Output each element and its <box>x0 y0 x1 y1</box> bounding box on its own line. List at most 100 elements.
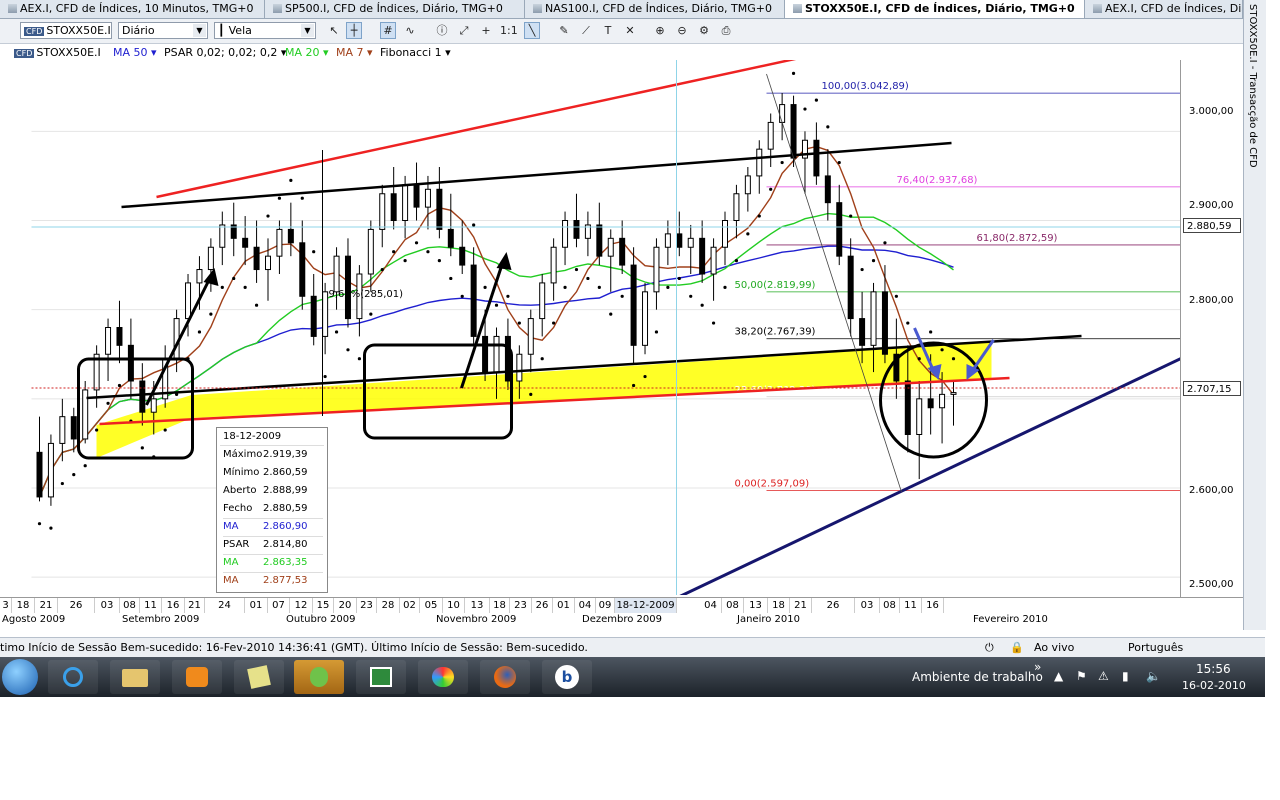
ratio-icon[interactable]: 1:1 <box>500 22 518 39</box>
legend-ma50[interactable]: MA 50 ▾ <box>113 46 157 59</box>
legend-psar[interactable]: PSAR 0,02; 0,02; 0,2 ▾ <box>164 46 286 59</box>
notes-icon[interactable] <box>234 660 284 694</box>
tab-stoxx50e-daily[interactable]: STOXX50E.I, CFD de Índices, Diário, TMG+… <box>785 0 1085 18</box>
candle-body <box>642 291 649 346</box>
delete-icon[interactable]: ✕ <box>622 22 638 39</box>
psar-dot <box>163 428 167 432</box>
tab-aex-10min[interactable]: AEX.I, CFD de Índices, 10 Minutos, TMG+0 <box>0 0 265 18</box>
crosshair-icon[interactable]: ┼ <box>346 22 362 39</box>
x-tick-label: 08 <box>120 598 140 614</box>
indicator-icon[interactable]: ∿ <box>402 22 418 39</box>
print-icon[interactable]: ⎙ <box>718 22 734 39</box>
psar-dot <box>529 392 533 396</box>
psar-dot <box>849 214 853 218</box>
scale-icon[interactable]: ⤢ <box>456 22 472 39</box>
system-tray: Ambiente de trabalho » ▲ ⚑ ⚠ ▮ 🔈 15:56 1… <box>900 657 1265 697</box>
timeframe-select[interactable]: Diário ▼ <box>118 22 208 39</box>
psar-dot <box>517 321 521 325</box>
messenger-icon[interactable] <box>294 660 344 694</box>
month-label: Setembro 2009 <box>122 614 200 625</box>
candle-body <box>699 237 706 275</box>
network-icon[interactable]: ▮ <box>1122 669 1129 683</box>
trading-platform-icon[interactable]: b <box>542 660 592 694</box>
psar-dot <box>460 294 464 298</box>
security-icon[interactable]: ⚠ <box>1098 669 1109 683</box>
month-label: Fevereiro 2010 <box>973 614 1048 625</box>
info-icon[interactable]: ⓘ <box>434 22 450 39</box>
price-chart[interactable]: 100,00(3.042,89) 76,40(2.937,68) 61,80(2.8… <box>0 60 1243 595</box>
candle-body <box>242 237 249 248</box>
excel-icon[interactable] <box>356 660 406 694</box>
internet-explorer-icon[interactable] <box>48 660 98 694</box>
red-resistance-trendline[interactable] <box>156 60 837 199</box>
candle-body <box>950 392 957 395</box>
volume-icon[interactable]: 🔈 <box>1146 669 1161 683</box>
arrow-up-1[interactable] <box>145 274 213 406</box>
candle-body <box>276 228 283 257</box>
clock-time[interactable]: 15:56 <box>1196 662 1231 676</box>
settings-icon[interactable]: ⚙ <box>696 22 712 39</box>
month-label: Dezembro 2009 <box>582 614 662 625</box>
text-icon[interactable]: T <box>600 22 616 39</box>
start-orb-icon[interactable] <box>2 659 38 695</box>
paint-icon[interactable] <box>418 660 468 694</box>
file-explorer-icon[interactable] <box>110 660 160 694</box>
price-label-2900: 2.900,00 <box>1189 200 1234 211</box>
grid-icon[interactable]: # <box>380 22 396 39</box>
psar-dot <box>723 285 727 289</box>
line-icon[interactable]: ╲ <box>524 22 540 39</box>
candle-body <box>105 327 112 355</box>
power-icon[interactable]: ⏻ <box>985 641 994 655</box>
zoom-in-icon[interactable]: + <box>478 22 494 39</box>
info-row-ma20: MA 2.863,35 <box>223 554 323 573</box>
candle-body <box>744 175 751 195</box>
psar-dot <box>72 473 76 477</box>
psar-dot <box>917 357 921 361</box>
psar-dot <box>506 294 510 298</box>
psar-dot <box>860 267 864 272</box>
side-panel[interactable]: STOXX50E.I - Transacção de CFD <box>1243 0 1266 630</box>
psar-dot <box>494 303 499 307</box>
firefox-icon[interactable] <box>480 660 530 694</box>
psar-dot <box>769 187 773 191</box>
legend-ma20[interactable]: MA 20 ▾ <box>285 46 329 59</box>
tab-aex-daily[interactable]: AEX.I, CFD de Índices, Diário, TMG+0 <box>1085 0 1243 18</box>
psar-dot <box>563 285 567 289</box>
candle-body <box>790 104 797 159</box>
tray-up-arrow-icon[interactable]: ▲ <box>1054 669 1063 683</box>
chart-type-select[interactable]: ┃ Vela ▼ <box>214 22 316 39</box>
flag-icon[interactable]: ⚑ <box>1076 669 1087 683</box>
x-tick-label: 24 <box>205 598 245 614</box>
price-axis[interactable]: 3.000,00 2.900,00 2.880,59 2.800,00 2.70… <box>1180 60 1244 597</box>
zoom-out-icon[interactable]: ⊖ <box>674 22 690 39</box>
fan-icon[interactable]: ⟋ <box>578 22 594 39</box>
candle-body <box>196 269 203 284</box>
pointer-icon[interactable]: ↖ <box>326 22 342 39</box>
candle-body <box>756 148 763 177</box>
language-status[interactable]: Português <box>1128 641 1183 654</box>
psar-dot <box>243 285 247 289</box>
legend-fibonacci[interactable]: Fibonacci 1 ▾ <box>380 46 451 59</box>
draw-icon[interactable]: ✎ <box>556 22 572 39</box>
symbol-select[interactable]: CFD STOXX50E.I <box>20 22 112 39</box>
desktop-toolbar-label[interactable]: Ambiente de trabalho <box>912 670 1043 684</box>
legend-ma7[interactable]: MA 7 ▾ <box>336 46 373 59</box>
psar-dot <box>392 250 396 254</box>
tab-sp500-daily[interactable]: SP500.I, CFD de Índices, Diário, TMG+0 <box>265 0 525 18</box>
media-player-icon[interactable] <box>172 660 222 694</box>
x-tick-label: 13 <box>465 598 490 614</box>
candle-body <box>150 398 157 413</box>
x-tick-label: 03 <box>855 598 880 614</box>
x-tick-label: 23 <box>510 598 532 614</box>
fib-level-label: 76,40(2.937,68) <box>897 175 978 186</box>
psar-dot <box>266 214 270 218</box>
tab-nas100-daily[interactable]: NAS100.I, CFD de Índices, Diário, TMG+0 <box>525 0 785 18</box>
psar-dot <box>643 374 647 379</box>
clock-date[interactable]: 16-02-2010 <box>1182 679 1246 692</box>
legend-symbol[interactable]: CFD STOXX50E.I <box>14 46 101 59</box>
x-tick-label: 23 <box>357 598 377 614</box>
zoom-icon[interactable]: ⊕ <box>652 22 668 39</box>
x-tick-label: 01 <box>245 598 268 614</box>
toolbar-expand-icon[interactable]: » <box>1034 660 1041 674</box>
candle-body <box>779 104 786 123</box>
